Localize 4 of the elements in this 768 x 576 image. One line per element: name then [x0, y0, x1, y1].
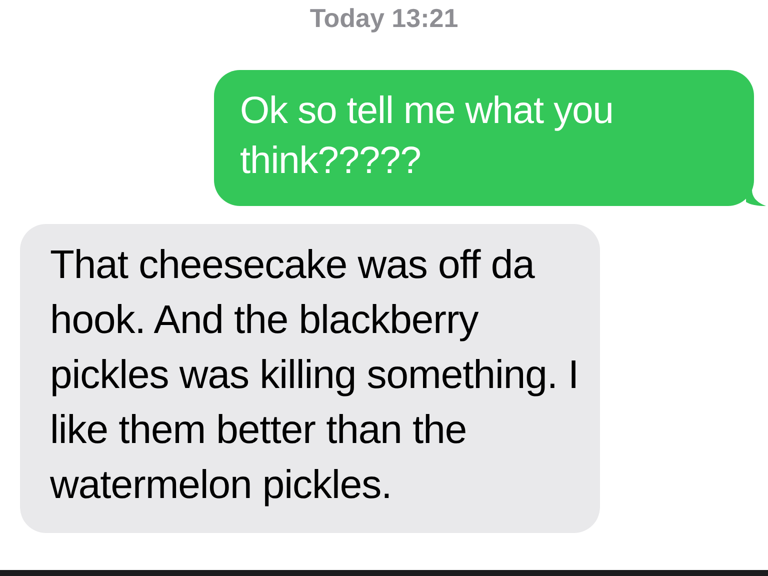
sent-message-bubble: Ok so tell me what you think?????: [214, 70, 754, 206]
received-message-bubble: That cheesecake was off da hook. And the blackberry pickles was killing something. I like them better than the watermelon pickles.: [20, 224, 600, 533]
message-timestamp: Today 13:21: [310, 2, 458, 35]
bubble-tail: [746, 190, 766, 206]
